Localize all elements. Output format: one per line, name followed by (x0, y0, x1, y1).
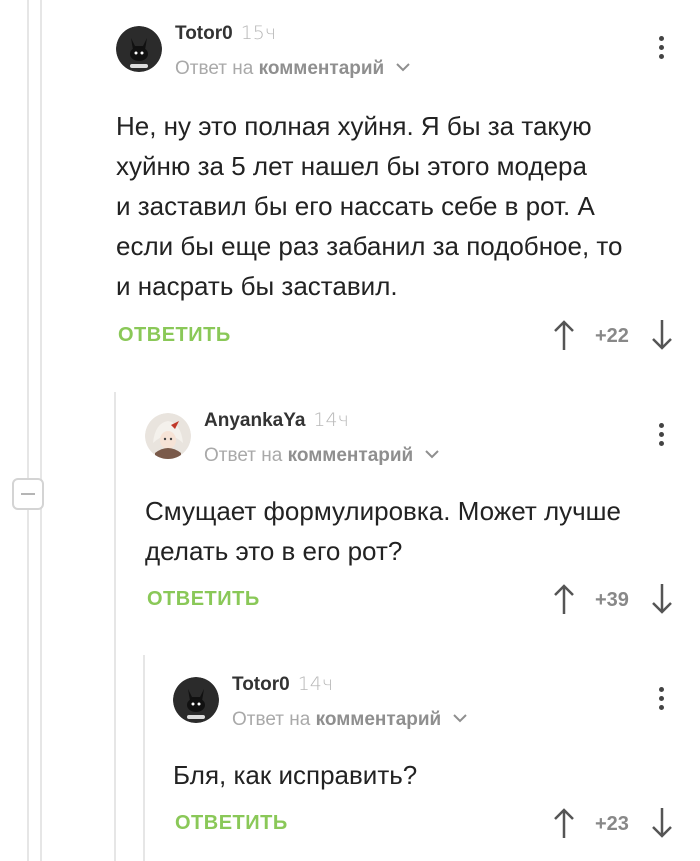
comment-body: Бля, как исправить? (173, 755, 683, 795)
arrow-up-icon[interactable] (552, 583, 576, 615)
more-options-button[interactable] (656, 36, 666, 59)
reply-to-link[interactable]: Ответ на комментарий (175, 58, 410, 80)
reply-prefix: Ответ на (232, 709, 311, 730)
comment-author[interactable]: Totor0 15ч (175, 22, 276, 45)
arrow-down-icon[interactable] (650, 319, 674, 351)
bunny-avatar-icon (173, 677, 219, 723)
collapse-minus-icon (21, 493, 35, 495)
reply-target[interactable]: комментарий (316, 709, 442, 730)
thread-line (40, 0, 42, 861)
arrow-down-icon[interactable] (650, 807, 674, 839)
avatar[interactable] (173, 677, 219, 723)
more-vertical-icon (658, 36, 664, 41)
vote-score: +23 (595, 813, 629, 835)
arrow-up-icon[interactable] (552, 319, 576, 351)
comment-line: делать это в его рот? (145, 536, 403, 566)
more-vertical-icon (658, 687, 664, 692)
thread-line (27, 0, 29, 861)
avatar[interactable] (116, 26, 162, 72)
comment-line: Бля, как исправить? (173, 760, 418, 790)
arrow-down-icon[interactable] (650, 583, 674, 615)
collapse-thread-button[interactable] (12, 478, 44, 510)
reply-target[interactable]: комментарий (288, 445, 414, 466)
reply-button[interactable]: ОТВЕТИТЬ (118, 324, 231, 347)
chevron-down-icon[interactable] (452, 714, 467, 723)
reply-target[interactable]: комментарий (259, 58, 385, 79)
comment-body: Не, ну это полная хуйня. Я бы за такую х… (116, 106, 686, 306)
reply-button[interactable]: ОТВЕТИТЬ (175, 812, 288, 835)
reply-prefix: Ответ на (204, 445, 283, 466)
author-name[interactable]: Totor0 (232, 674, 290, 695)
avatar[interactable] (145, 413, 191, 459)
reply-prefix: Ответ на (175, 58, 254, 79)
more-vertical-icon (658, 423, 664, 428)
vote-score: +39 (595, 589, 629, 611)
comment-time: 15ч (240, 22, 277, 44)
comment-line: и насрать бы заставил. (116, 271, 398, 301)
comment-author[interactable]: Totor0 14ч (232, 673, 333, 696)
chevron-down-icon[interactable] (395, 63, 410, 72)
vote-score: +22 (595, 325, 629, 347)
comment-line: Не, ну это полная хуйня. Я бы за такую (116, 111, 592, 141)
more-options-button[interactable] (656, 423, 666, 446)
reply-button[interactable]: ОТВЕТИТЬ (147, 588, 260, 611)
chevron-down-icon[interactable] (424, 450, 439, 459)
comment-line: и заставил бы его нассать себе в рот. А (116, 191, 595, 221)
thread-line (143, 655, 145, 861)
reply-to-link[interactable]: Ответ на комментарий (232, 709, 467, 731)
comment-body: Смущает формулировка. Может лучше делать… (145, 491, 690, 571)
bunny-avatar-icon (116, 26, 162, 72)
comment-line: если бы еще раз забанил за подобное, то (116, 231, 623, 261)
arrow-up-icon[interactable] (552, 807, 576, 839)
thread-line (114, 392, 116, 861)
comment-author[interactable]: AnyankaYa 14ч (204, 409, 349, 432)
anime-avatar-icon (145, 413, 191, 459)
comment-time: 14ч (297, 673, 334, 695)
comment-line: Смущает формулировка. Может лучше (145, 496, 621, 526)
comment-line: хуйню за 5 лет нашел бы этого модера (116, 151, 587, 181)
reply-to-link[interactable]: Ответ на комментарий (204, 445, 439, 467)
author-name[interactable]: Totor0 (175, 23, 233, 44)
comment-time: 14ч (313, 409, 349, 431)
author-name[interactable]: AnyankaYa (204, 410, 305, 431)
more-options-button[interactable] (656, 687, 666, 710)
